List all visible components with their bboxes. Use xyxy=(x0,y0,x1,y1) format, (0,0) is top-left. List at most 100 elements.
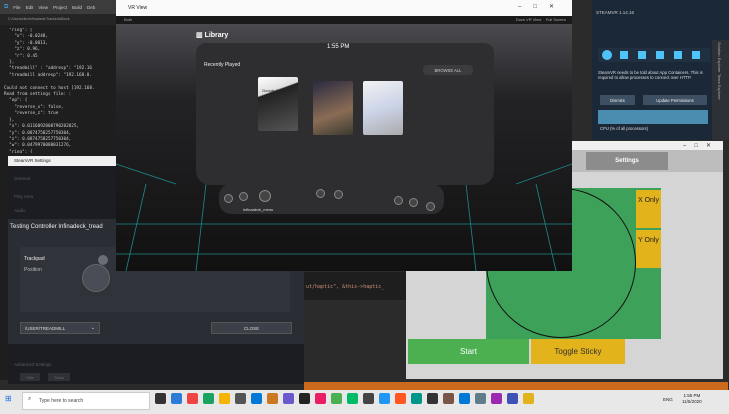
taskbar-app-icon[interactable] xyxy=(411,393,422,404)
taskbar-app-icon[interactable] xyxy=(315,393,326,404)
start-button[interactable]: Start xyxy=(408,339,529,364)
controller-path-value: /USER/TREADMILL xyxy=(25,326,66,331)
sidebar-item-audio[interactable]: Audio xyxy=(14,208,26,213)
x-only-button[interactable]: X Only xyxy=(636,190,661,228)
game-tile[interactable] xyxy=(313,81,353,135)
close-button[interactable]: CLOSE xyxy=(211,322,292,334)
full-screen-button[interactable]: Full Screen xyxy=(546,17,566,22)
taskbar-app-icon[interactable] xyxy=(203,393,214,404)
dialog-title: Testing Controller Infinadeck_tread xyxy=(10,224,103,230)
vr-view-toolbar-right: Dock VR View Full Screen xyxy=(516,17,566,22)
dock-icon[interactable] xyxy=(224,194,233,203)
sidebar-item-play-area[interactable]: Play Area xyxy=(14,194,33,199)
taskbar-apps xyxy=(155,393,534,404)
tracker-icon xyxy=(656,51,664,59)
vr-clock: 1:55 PM xyxy=(327,44,350,50)
vr-view-titlebar: VR View –□✕ xyxy=(116,0,572,16)
library-label: Library xyxy=(204,32,229,39)
menu-debug[interactable]: Deb xyxy=(87,5,95,10)
library-icon[interactable] xyxy=(316,189,325,198)
taskbar-clock[interactable]: 1:55 PM 11/5/2020 xyxy=(682,393,702,405)
game-tile-label: Google Earth VR xyxy=(262,88,293,93)
sidebar-item-general[interactable]: General xyxy=(14,176,30,181)
taskbar-app-icon[interactable] xyxy=(491,393,502,404)
volume-icon[interactable] xyxy=(409,198,418,207)
dock-vr-view-button[interactable]: Dock VR View xyxy=(516,17,542,22)
taskbar-app-icon[interactable] xyxy=(427,393,438,404)
steamvr-status-title: STEAMVR 1.14.16 xyxy=(596,10,635,15)
menu-view[interactable]: View xyxy=(38,5,48,10)
taskbar-app-icon[interactable] xyxy=(331,393,342,404)
trackpad-label: Trackpad xyxy=(24,256,45,262)
desktop-icon[interactable] xyxy=(334,190,343,199)
taskbar-app-icon[interactable] xyxy=(251,393,262,404)
windows-start-icon[interactable]: ⊞ xyxy=(5,394,19,408)
browse-all-button[interactable]: BROWSE ALL xyxy=(423,65,473,75)
game-tile[interactable] xyxy=(363,81,403,135)
window-controls[interactable]: –□✕ xyxy=(518,3,566,10)
side-tool-tabs: Solution Explorer Team Explorer xyxy=(712,40,729,140)
tab-team-explorer[interactable]: Team Explorer xyxy=(717,74,722,100)
language-indicator[interactable]: ENG xyxy=(663,397,673,402)
taskbar-app-icon[interactable] xyxy=(187,393,198,404)
show-button[interactable]: Show xyxy=(48,373,70,381)
taskbar-app-icon[interactable] xyxy=(283,393,294,404)
vscode-menubar: ⧉ File Edit View Project Build Deb xyxy=(0,0,120,14)
taskbar-app-icon[interactable] xyxy=(523,393,534,404)
menu-edit[interactable]: Edit xyxy=(26,5,34,10)
y-only-button[interactable]: Y Only xyxy=(636,230,661,268)
controller-path-select[interactable]: /USER/TREADMILL ⌄ xyxy=(20,322,100,334)
code-line: "ring": { xyxy=(4,149,33,153)
trackpad-position-dot xyxy=(98,255,108,265)
tracker-icon xyxy=(674,51,682,59)
code-line: ut/haptic", &this->haptic_ xyxy=(306,284,385,290)
taskbar-app-icon[interactable] xyxy=(171,393,182,404)
search-icon: ⌕ xyxy=(28,396,32,402)
window-controls[interactable]: –□✕ xyxy=(683,142,719,149)
vscode-tab[interactable]: C:/Users/dev/Infinadeck/TrackedIdDeck xyxy=(0,14,120,25)
trackpad-circle xyxy=(82,264,110,292)
taskbar-app-icon[interactable] xyxy=(459,393,470,404)
dock-icon[interactable] xyxy=(239,192,248,201)
vscode-logo-icon: ⧉ xyxy=(4,3,9,10)
steamvr-device-bar xyxy=(598,48,710,62)
dock-menu-icon[interactable] xyxy=(259,190,271,202)
taskbar-app-icon[interactable] xyxy=(443,393,454,404)
taskbar-app-icon[interactable] xyxy=(379,393,390,404)
taskbar-date: 11/5/2020 xyxy=(682,399,702,404)
position-label: Position xyxy=(24,267,42,273)
hide-button[interactable]: Hide xyxy=(20,373,40,381)
power-icon[interactable] xyxy=(394,196,403,205)
headset-icon xyxy=(602,50,612,60)
advanced-settings-label: Advanced Settings xyxy=(14,362,52,367)
dismiss-button[interactable]: Dismiss xyxy=(600,95,635,105)
settings-button[interactable]: Settings xyxy=(586,152,668,170)
taskbar-app-icon[interactable] xyxy=(219,393,230,404)
taskbar-app-icon[interactable] xyxy=(395,393,406,404)
taskbar-app-icon[interactable] xyxy=(347,393,358,404)
library-heading[interactable]: ▥ Library xyxy=(196,31,228,39)
toggle-sticky-button[interactable]: Toggle Sticky xyxy=(531,339,625,364)
taskbar-app-icon[interactable] xyxy=(235,393,246,404)
eye-select[interactable]: Both xyxy=(124,17,132,22)
game-tile-google-earth[interactable] xyxy=(258,77,298,131)
menu-build[interactable]: Build xyxy=(72,5,82,10)
gear-icon[interactable] xyxy=(426,202,435,211)
status-bar xyxy=(304,382,728,390)
taskbar-app-icon[interactable] xyxy=(299,393,310,404)
taskbar-app-icon[interactable] xyxy=(475,393,486,404)
menu-file[interactable]: File xyxy=(13,5,20,10)
library-icon: ▥ xyxy=(196,32,205,39)
taskbar-app-icon[interactable] xyxy=(267,393,278,404)
vr-view-toolbar: Both Dock VR View Full Screen xyxy=(116,16,572,24)
base-station-icon xyxy=(692,51,700,59)
controller-icon xyxy=(620,51,628,59)
update-permissions-button[interactable]: Update Permissions xyxy=(643,95,707,105)
menu-project[interactable]: Project xyxy=(53,5,67,10)
taskbar-app-icon[interactable] xyxy=(155,393,166,404)
taskbar-app-icon[interactable] xyxy=(363,393,374,404)
taskbar-search-input[interactable]: Type here to search xyxy=(22,392,150,410)
tab-solution-explorer[interactable]: Solution Explorer xyxy=(717,42,722,72)
chevron-down-icon: ⌄ xyxy=(90,325,95,331)
taskbar-app-icon[interactable] xyxy=(507,393,518,404)
